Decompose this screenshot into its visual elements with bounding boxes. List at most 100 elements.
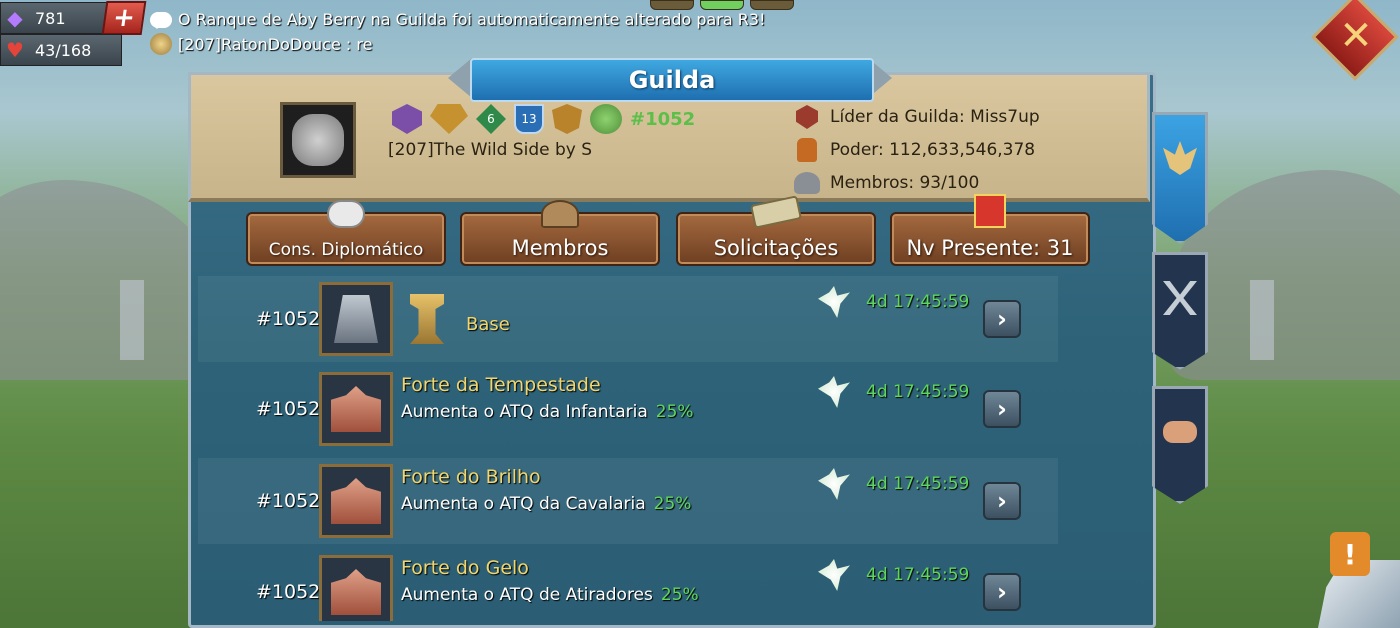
requests-button[interactable]: Solicitações [676,195,876,266]
page-dot [650,0,694,10]
requests-label: Solicitações [713,236,839,260]
fortress-icon [331,386,381,432]
row-description: Aumenta o ATQ da Cavalaria 25% [401,494,691,514]
diplomatic-button[interactable]: Cons. Diplomático [246,200,446,266]
background-tower [120,280,144,360]
shield-timer: 4d 17:45:59 [866,382,970,402]
page-dot-active [700,0,744,10]
heart-icon: ♥ [6,38,24,62]
peace-dove-icon [818,559,850,591]
castle-icon [334,295,378,343]
lion-emblem-icon [292,114,344,166]
row-description-text: Aumenta o ATQ da Infantaria [401,402,648,422]
go-arrow-button[interactable]: › [983,300,1021,338]
shield-timer: 4d 17:45:59 [866,474,970,494]
row-title: Forte do Brilho [401,466,541,488]
health-counter: ♥ 43/168 [0,34,122,66]
go-arrow-button[interactable]: › [983,482,1021,520]
chat-player-line[interactable]: [207]RatonDoDouce : re [150,33,372,55]
page-dot [750,0,794,10]
purple-crest-icon [392,104,422,134]
gem-counter: ◆ 781 [0,2,112,34]
helmet-icon [541,200,579,228]
gold-wings-icon [430,104,468,134]
row-rank: #1052 [256,490,321,512]
guild-members-text: Membros: 93/100 [830,173,980,193]
row-rank: #1052 [256,581,321,603]
go-arrow-button[interactable]: › [983,573,1021,611]
row-bonus: 25% [653,494,692,514]
gem-value: 781 [35,8,66,28]
guild-crest-icon [150,33,172,55]
guild-rank: #1052 [630,108,696,130]
guild-power: Poder: 112,633,546,378 [792,136,1035,164]
guild-badges: 6 13 #1052 [392,104,695,134]
speech-bubble-icon [327,200,365,228]
shield-timer: 4d 17:45:59 [866,565,970,585]
page-indicator [650,0,794,10]
chat-bubble-icon [150,11,172,29]
peace-dove-icon [818,286,850,318]
alert-button[interactable]: ! [1330,532,1370,576]
handshake-icon [1163,421,1197,443]
tab-guild-info[interactable] [1152,112,1208,244]
row-description-text: Aumenta o ATQ de Atiradores [401,585,653,605]
row-description: Aumenta o ATQ de Atiradores 25% [401,585,699,605]
base-thumbnail [319,282,393,356]
level-badge-green: 6 [476,104,506,134]
row-bonus: 25% [655,402,694,422]
trophy-icon [410,294,444,344]
row-rank: #1052 [256,398,321,420]
guild-emblem[interactable] [280,102,356,178]
fist-icon [797,138,817,162]
leader-shield-icon [796,105,818,129]
guild-wings-icon [1163,141,1197,175]
health-value: 43/168 [35,40,92,60]
fortress-icon [331,569,381,615]
background-hill-left [0,180,220,380]
fort-thumbnail [319,555,393,621]
row-rank: #1052 [256,308,321,330]
list-item[interactable]: #1052 Forte da Tempestade Aumenta o ATQ … [198,366,1058,452]
gift-level-label: Nv Presente: 31 [906,236,1074,260]
row-title: Forte da Tempestade [401,374,601,396]
members-helmet-icon [794,172,820,194]
row-title: Base [466,314,510,335]
shield-timer: 4d 17:45:59 [866,292,970,312]
peace-dove-icon [818,376,850,408]
row-bonus: 25% [660,585,699,605]
chat-system-line[interactable]: O Ranque de Aby Berry na Guilda foi auto… [150,10,765,29]
list-item[interactable]: #1052 Base 4d 17:45:59 › [198,276,1058,362]
guild-leader-text: Líder da Guilda: Miss7up [830,107,1040,127]
level-badge-blue: 13 [514,104,544,134]
gift-icon [974,194,1006,228]
crossed-swords-icon [1163,281,1197,315]
list-item[interactable]: #1052 Forte do Brilho Aumenta o ATQ da C… [198,458,1058,544]
fort-thumbnail [319,372,393,446]
close-icon[interactable]: ✕ [1334,13,1378,59]
go-arrow-button[interactable]: › [983,390,1021,428]
page-title: Guilda [470,58,874,102]
guild-leader: Líder da Guilda: Miss7up [792,103,1040,131]
horse-crest-icon [552,104,582,134]
tab-guild-war[interactable] [1152,252,1208,370]
background-tower [1250,280,1274,360]
clover-rank-icon [590,104,622,134]
list-item[interactable]: #1052 Forte do Gelo Aumenta o ATQ de Ati… [198,549,1058,621]
guild-power-text: Poder: 112,633,546,378 [830,140,1036,160]
guild-name: [207]The Wild Side by S [388,140,593,160]
fortress-icon [331,478,381,524]
chat-player-message: [207]RatonDoDouce : re [178,34,373,54]
row-title: Forte do Gelo [401,557,529,579]
ribbon-left-end [448,58,472,98]
members-label: Membros [511,236,609,260]
gem-icon: ◆ [7,6,23,30]
diplomatic-label: Cons. Diplomático [268,240,424,260]
gift-level-button[interactable]: Nv Presente: 31 [890,194,1090,266]
row-description-text: Aumenta o ATQ da Cavalaria [401,494,646,514]
tab-guild-help[interactable] [1152,386,1208,504]
members-button[interactable]: Membros [460,200,660,266]
row-description: Aumenta o ATQ da Infantaria 25% [401,402,694,422]
guild-members: Membros: 93/100 [792,169,979,197]
add-gems-button[interactable]: + [101,1,147,35]
